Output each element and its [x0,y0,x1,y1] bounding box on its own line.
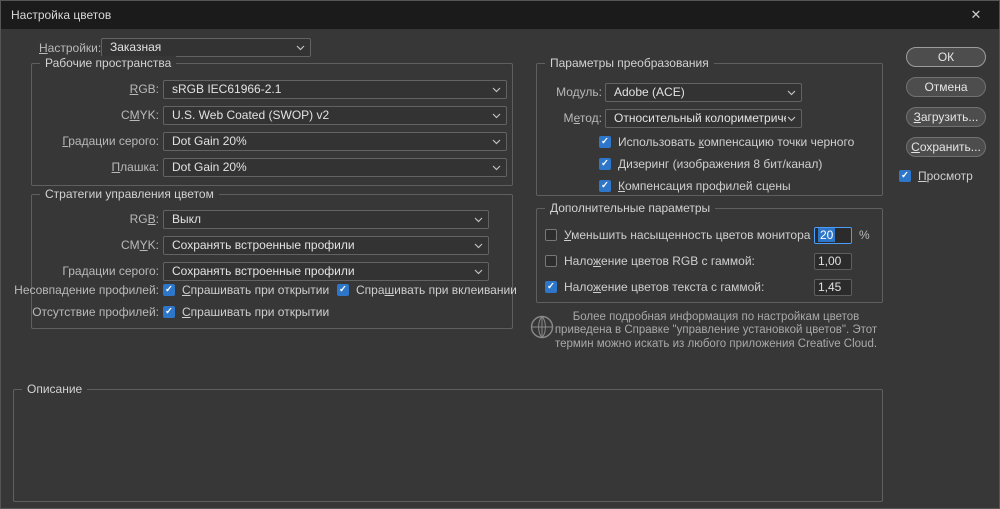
rgb-working-space-label: RGB: [130,80,159,99]
working-spaces-group: Рабочие пространства RGB: sRGB IEC61966-… [31,63,513,186]
preview-checkbox[interactable] [899,170,911,182]
blend-rgb-gamma-input[interactable]: 1,00 [814,253,852,270]
spot-working-space-value: Dot Gain 20% [172,159,491,176]
rgb-policy-select[interactable]: Выкл [163,210,489,229]
preview-row: Просмотр [899,169,973,183]
gray-policy-label: Градации серого: [62,262,159,281]
chevron-down-icon [492,165,501,171]
rgb-working-space-value: sRGB IEC61966-2.1 [172,81,491,98]
missing-profile-ask-open-label: Спрашивать при открытии [182,305,329,319]
profile-mismatch-label: Несовпадение профилей: [14,283,159,298]
desaturate-monitor-label: Уменьшить насыщенность цветов монитора н… [564,228,830,242]
conversion-group: Параметры преобразования Модуль: Adobe (… [536,63,883,196]
settings-preset-value: Заказная [110,39,295,56]
chevron-down-icon [787,90,796,96]
blend-text-gamma-input[interactable]: 1,45 [814,279,852,296]
advanced-group: Дополнительные параметры Уменьшить насыщ… [536,208,883,303]
ok-button[interactable]: ОК [906,47,986,67]
chevron-down-icon [474,243,483,249]
dither-checkbox[interactable] [599,158,611,170]
scene-profiles-label: Компенсация профилей сцены [618,179,791,193]
info-text: Более подробная информация по настройкам… [551,311,881,351]
blend-rgb-gamma-row: Наложение цветов RGB с гаммой: [545,254,755,268]
profile-mismatch-ask-paste-row: Спрашивать при вклеивании [337,283,517,297]
titlebar: Настройка цветов ✕ [1,1,999,29]
load-button[interactable]: Загрузить... [906,107,986,127]
chevron-down-icon [474,217,483,223]
rgb-working-space-select[interactable]: sRGB IEC61966-2.1 [163,80,507,99]
spot-working-space-label: Плашка: [112,158,159,177]
preview-label: Просмотр [918,169,973,183]
window-title: Настройка цветов [11,1,111,29]
black-point-compensation-checkbox[interactable] [599,136,611,148]
profile-mismatch-ask-paste-checkbox[interactable] [337,284,349,296]
working-spaces-title: Рабочие пространства [40,56,176,71]
cmyk-policy-select[interactable]: Сохранять встроенные профили [163,236,489,255]
blend-rgb-gamma-checkbox[interactable] [545,255,557,267]
dither-row: Дизеринг (изображения 8 бит/канал) [599,157,822,171]
spot-working-space-select[interactable]: Dot Gain 20% [163,158,507,177]
blend-rgb-gamma-value: 1,00 [818,254,841,268]
profile-mismatch-ask-open-label: Спрашивать при открытии [182,283,329,297]
black-point-compensation-row: Использовать компенсацию точки черного [599,135,854,149]
desaturate-monitor-suffix: % [859,228,870,243]
policies-group: Стратегии управления цветом RGB: Выкл CM… [31,194,513,329]
cmyk-policy-value: Сохранять встроенные профили [172,237,473,254]
color-settings-dialog: Настройка цветов ✕ Настройки: Заказная Р… [0,0,1000,509]
gray-working-space-select[interactable]: Dot Gain 20% [163,132,507,151]
gray-working-space-value: Dot Gain 20% [172,133,491,150]
rgb-policy-label: RGB: [130,210,159,229]
blend-text-gamma-row: Наложение цветов текста с гаммой: [545,280,764,294]
blend-text-gamma-value: 1,45 [818,280,841,294]
chevron-down-icon [296,45,305,51]
save-button[interactable]: Сохранить... [906,137,986,157]
conversion-title: Параметры преобразования [545,56,714,71]
black-point-compensation-label: Использовать компенсацию точки черного [618,135,854,149]
cmyk-working-space-select[interactable]: U.S. Web Coated (SWOP) v2 [163,106,507,125]
desaturate-monitor-row: Уменьшить насыщенность цветов монитора н… [545,228,830,242]
advanced-title: Дополнительные параметры [545,201,715,216]
desaturate-monitor-input[interactable]: 20 [814,227,852,244]
gray-policy-select[interactable]: Сохранять встроенные профили [163,262,489,281]
blend-rgb-gamma-label: Наложение цветов RGB с гаммой: [564,254,755,268]
profile-mismatch-ask-open-row: Спрашивать при открытии [163,283,329,297]
intent-label: Метод: [563,109,602,128]
intent-value: Относительный колориметрический [614,110,786,127]
dither-label: Дизеринг (изображения 8 бит/канал) [618,157,822,171]
cmyk-policy-label: CMYK: [121,236,159,255]
profile-mismatch-ask-paste-label: Спрашивать при вклеивании [356,283,517,297]
policies-title: Стратегии управления цветом [40,187,219,202]
chevron-down-icon [492,139,501,145]
chevron-down-icon [492,113,501,119]
close-icon[interactable]: ✕ [953,1,999,29]
desaturate-monitor-value: 20 [818,228,835,242]
engine-select[interactable]: Adobe (ACE) [605,83,802,102]
rgb-policy-value: Выкл [172,211,473,228]
desaturate-monitor-checkbox[interactable] [545,229,557,241]
cmyk-working-space-label: CMYK: [121,106,159,125]
chevron-down-icon [787,116,796,122]
missing-profile-ask-open-checkbox[interactable] [163,306,175,318]
chevron-down-icon [474,269,483,275]
engine-value: Adobe (ACE) [614,84,786,101]
blend-text-gamma-checkbox[interactable] [545,281,557,293]
blend-text-gamma-label: Наложение цветов текста с гаммой: [564,280,764,294]
scene-profiles-checkbox[interactable] [599,180,611,192]
profile-mismatch-ask-open-checkbox[interactable] [163,284,175,296]
engine-label: Модуль: [556,83,602,102]
description-title: Описание [22,382,87,397]
cancel-button[interactable]: Отмена [906,77,986,97]
missing-profile-label: Отсутствие профилей: [32,305,159,320]
gray-policy-value: Сохранять встроенные профили [172,263,473,280]
missing-profile-ask-open-row: Спрашивать при открытии [163,305,329,319]
cmyk-working-space-value: U.S. Web Coated (SWOP) v2 [172,107,491,124]
settings-preset-select[interactable]: Заказная [101,38,311,57]
intent-select[interactable]: Относительный колориметрический [605,109,802,128]
description-group: Описание [13,389,883,502]
gray-working-space-label: Градации серого: [62,132,159,151]
scene-profiles-row: Компенсация профилей сцены [599,179,791,193]
chevron-down-icon [492,87,501,93]
